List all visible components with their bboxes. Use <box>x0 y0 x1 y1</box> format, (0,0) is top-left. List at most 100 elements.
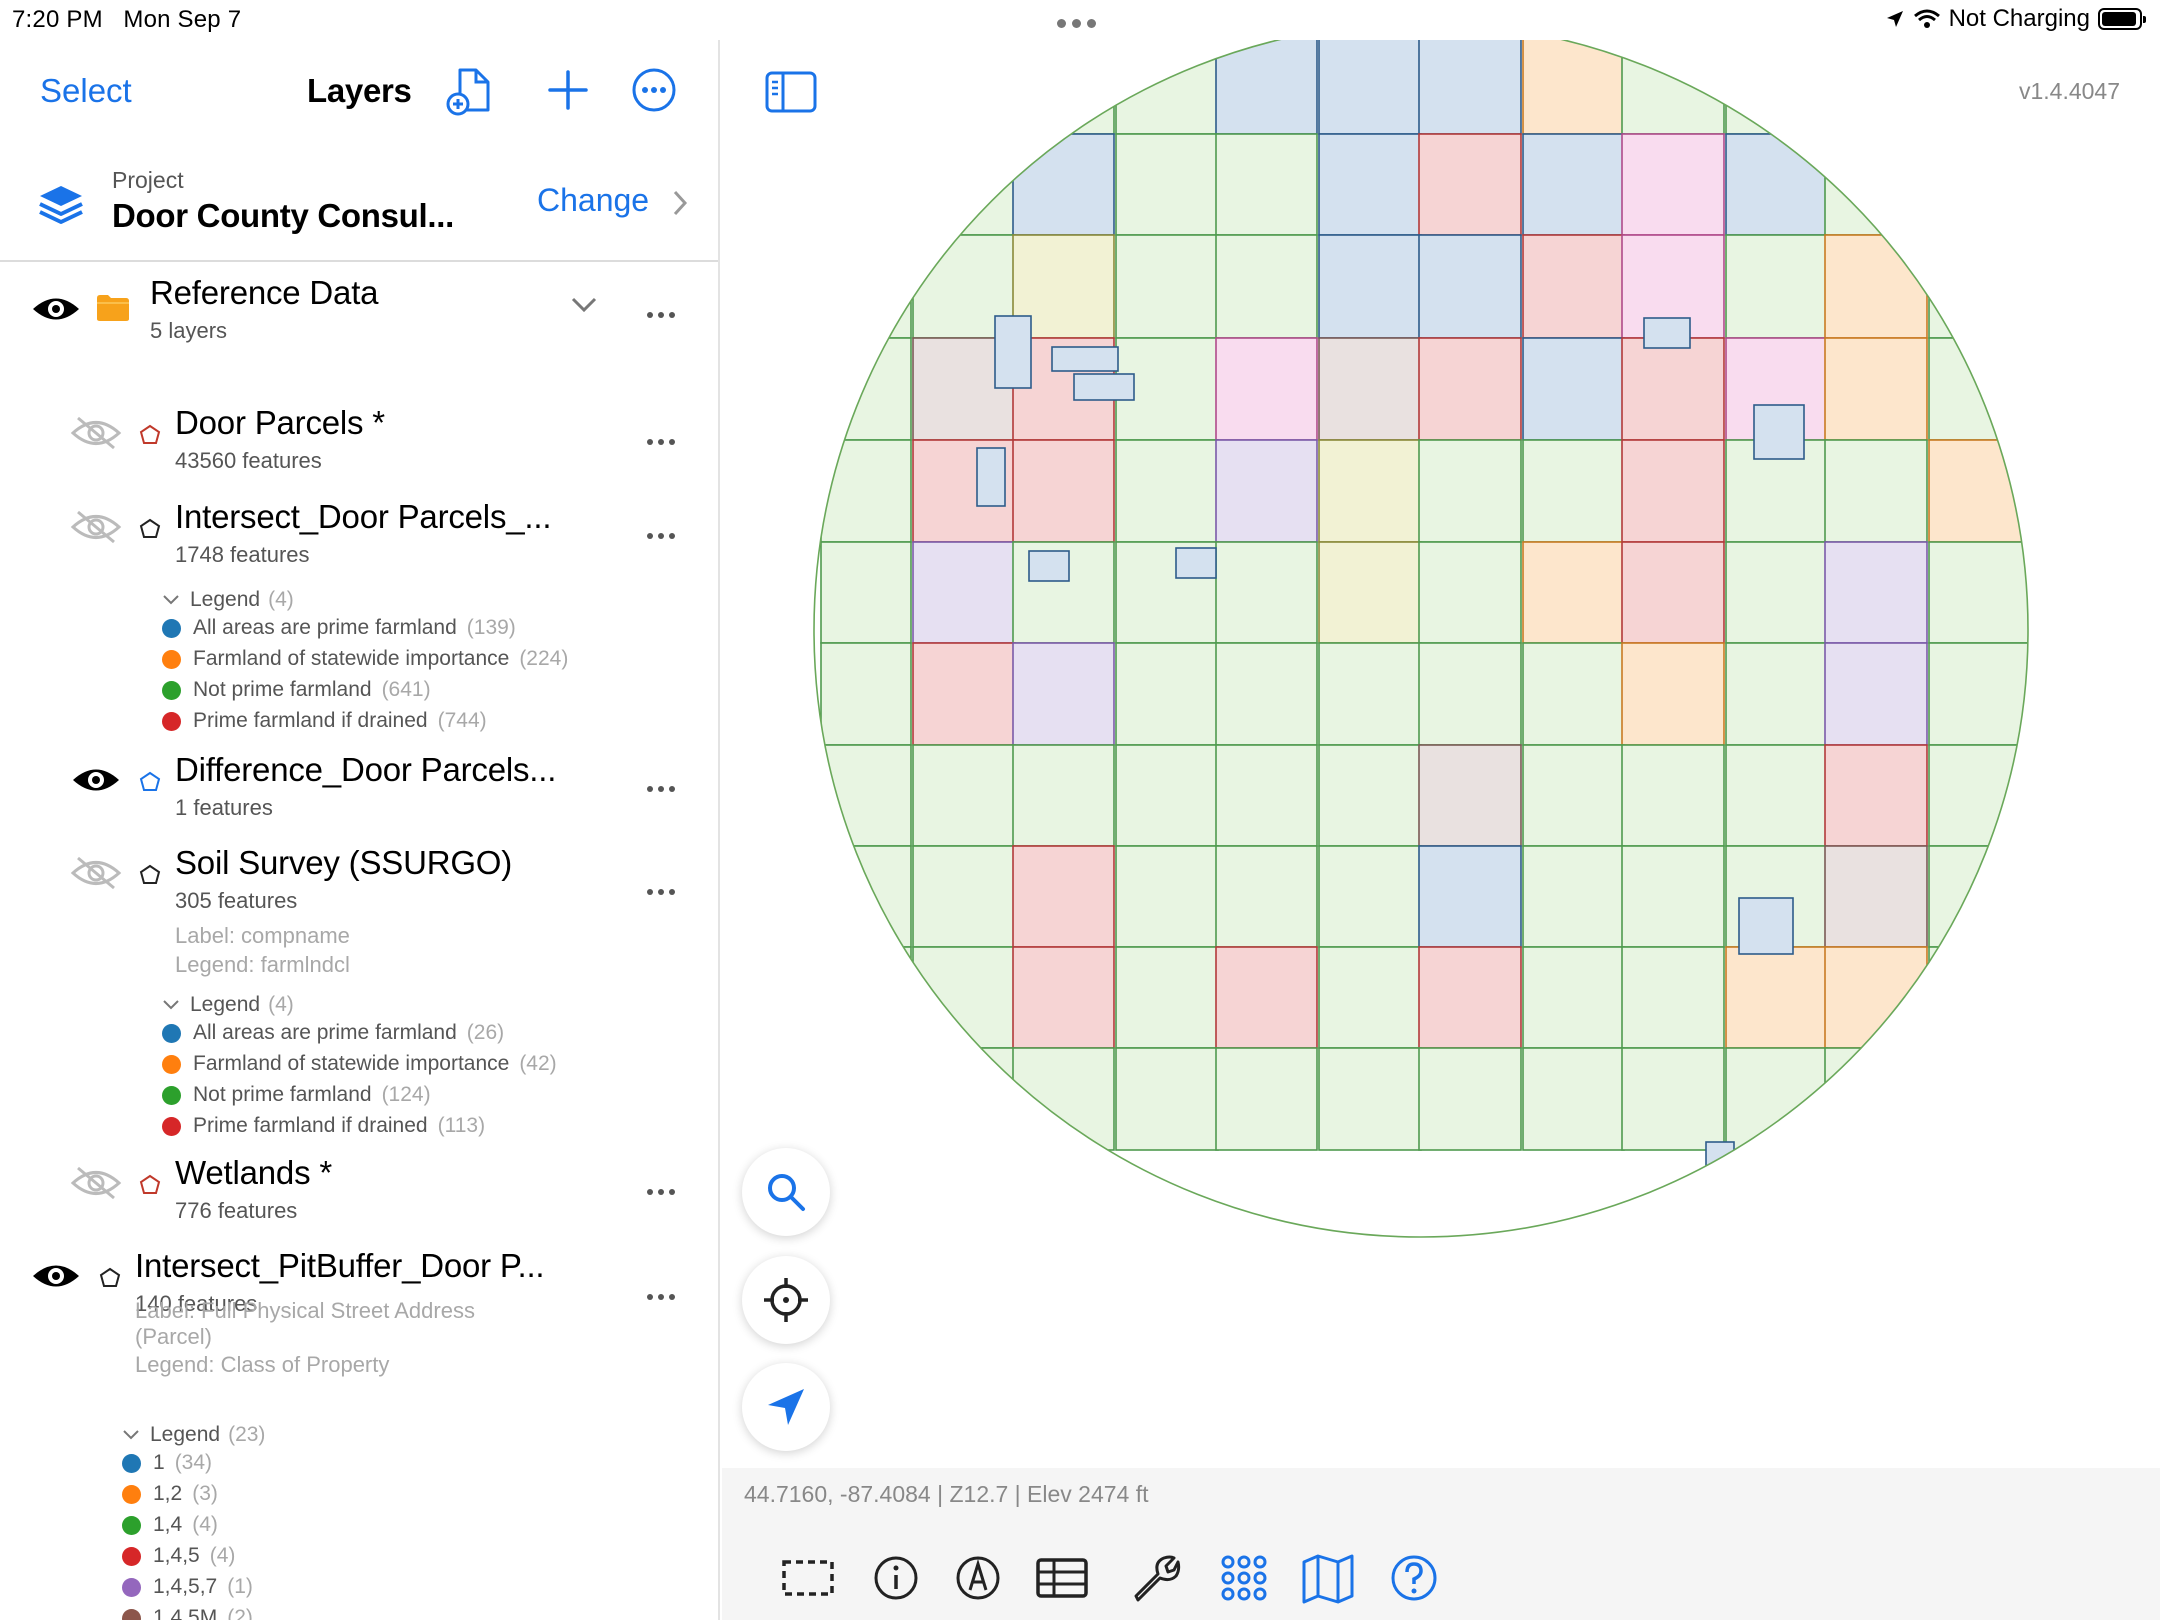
parcel-polygon[interactable] <box>1621 337 1725 441</box>
parcel-polygon[interactable] <box>1115 946 1219 1049</box>
parcel-polygon[interactable] <box>1621 845 1725 948</box>
help-icon[interactable] <box>1386 1550 1442 1606</box>
parcel-polygon[interactable] <box>1215 541 1318 644</box>
parcel-polygon[interactable] <box>820 946 912 1049</box>
more-icon[interactable] <box>647 1287 683 1300</box>
parcel-polygon[interactable] <box>1012 642 1115 746</box>
parcel-polygon[interactable] <box>1621 642 1725 746</box>
parcel-polygon[interactable] <box>820 439 912 543</box>
parcel-polygon[interactable] <box>1928 337 2033 441</box>
parcel-polygon[interactable] <box>1318 744 1422 847</box>
parcel-polygon[interactable] <box>1824 439 1928 543</box>
parcel-polygon[interactable] <box>912 642 1016 746</box>
parcel-polygon[interactable] <box>1928 1047 2033 1151</box>
parcel-polygon[interactable] <box>1418 744 1522 847</box>
parcel-polygon[interactable] <box>1725 234 1828 339</box>
parcel-polygon[interactable] <box>1012 40 1115 135</box>
locate-button[interactable] <box>742 1256 830 1344</box>
parcel-polygon[interactable] <box>1215 133 1318 236</box>
parcel-polygon[interactable] <box>1824 337 1928 441</box>
more-icon[interactable] <box>647 305 683 318</box>
parcel-polygon[interactable] <box>1928 133 2033 236</box>
parcel-polygon[interactable] <box>1115 1047 1219 1151</box>
parcel-polygon[interactable] <box>1753 404 1805 460</box>
eye-hidden-icon[interactable] <box>70 414 122 452</box>
parcel-polygon[interactable] <box>1522 642 1625 746</box>
parcel-polygon[interactable] <box>912 845 1016 948</box>
more-options-icon[interactable] <box>626 62 682 118</box>
parcel-polygon[interactable] <box>1418 40 1522 135</box>
parcel-polygon[interactable] <box>1928 541 2033 644</box>
info-icon[interactable] <box>868 1550 924 1606</box>
table-icon[interactable] <box>1034 1550 1090 1606</box>
parcel-polygon[interactable] <box>1824 541 1928 644</box>
eye-hidden-icon[interactable] <box>70 508 122 546</box>
parcel-polygon[interactable] <box>1012 744 1115 847</box>
parcel-polygon[interactable] <box>1012 439 1115 543</box>
parcel-polygon[interactable] <box>1522 744 1625 847</box>
parcel-polygon[interactable] <box>1928 946 2033 1049</box>
navigate-button[interactable] <box>742 1363 830 1451</box>
parcel-polygon[interactable] <box>1418 439 1522 543</box>
parcel-polygon[interactable] <box>1215 845 1318 948</box>
parcel-polygon[interactable] <box>1318 439 1422 543</box>
parcel-polygon[interactable] <box>1725 642 1828 746</box>
parcel-polygon[interactable] <box>1115 642 1219 746</box>
multitasking-dots[interactable] <box>1057 15 1102 33</box>
parcel-polygon[interactable] <box>1705 1141 1735 1183</box>
parcel-polygon[interactable] <box>1318 337 1422 441</box>
parcel-polygon[interactable] <box>1621 133 1725 236</box>
parcel-polygon[interactable] <box>820 744 912 847</box>
parcel-polygon[interactable] <box>1012 946 1115 1049</box>
parcel-polygon[interactable] <box>1012 845 1115 948</box>
eye-hidden-icon[interactable] <box>70 1164 122 1202</box>
parcel-polygon[interactable] <box>1522 541 1625 644</box>
eye-hidden-icon[interactable] <box>70 854 122 892</box>
legend-toggle[interactable]: Legend (23) <box>122 1423 265 1447</box>
parcel-polygon[interactable] <box>1318 642 1422 746</box>
parcel-polygon[interactable] <box>1824 1047 1928 1151</box>
parcel-polygon[interactable] <box>1418 337 1522 441</box>
parcel-polygon[interactable] <box>1824 642 1928 746</box>
parcel-polygon[interactable] <box>1418 946 1522 1049</box>
parcel-polygon[interactable] <box>1115 744 1219 847</box>
more-icon[interactable] <box>647 526 683 539</box>
parcel-polygon[interactable] <box>1418 234 1522 339</box>
parcel-polygon[interactable] <box>820 40 912 135</box>
parcel-polygon[interactable] <box>1824 744 1928 847</box>
parcel-polygon[interactable] <box>994 315 1032 389</box>
parcel-polygon[interactable] <box>1621 946 1725 1049</box>
select-button[interactable]: Select <box>40 72 132 110</box>
parcel-polygon[interactable] <box>1073 373 1135 401</box>
parcel-polygon[interactable] <box>1175 547 1217 579</box>
wrench-icon[interactable] <box>1128 1550 1184 1606</box>
parcel-polygon[interactable] <box>1012 1047 1115 1151</box>
parcel-polygon[interactable] <box>1318 541 1422 644</box>
parcel-polygon[interactable] <box>1643 317 1691 349</box>
more-icon[interactable] <box>647 779 683 792</box>
parcel-polygon[interactable] <box>1418 133 1522 236</box>
parcel-polygon[interactable] <box>1824 133 1928 236</box>
parcel-polygon[interactable] <box>1318 1047 1422 1151</box>
selection-rect-icon[interactable] <box>780 1550 836 1606</box>
parcel-polygon[interactable] <box>1725 40 1828 135</box>
parcel-polygon[interactable] <box>1725 946 1828 1049</box>
eye-visible-icon[interactable] <box>30 290 82 328</box>
parcel-polygon[interactable] <box>1522 946 1625 1049</box>
pen-draw-icon[interactable] <box>950 1550 1006 1606</box>
plus-icon[interactable] <box>540 62 596 118</box>
parcel-polygon[interactable] <box>820 337 912 441</box>
parcel-polygon[interactable] <box>1215 744 1318 847</box>
parcel-polygon[interactable] <box>1215 439 1318 543</box>
parcel-polygon[interactable] <box>1824 234 1928 339</box>
parcel-polygon[interactable] <box>820 541 912 644</box>
parcel-polygon[interactable] <box>1115 845 1219 948</box>
map-icon[interactable] <box>1300 1550 1356 1606</box>
parcel-polygon[interactable] <box>1115 234 1219 339</box>
parcel-polygon[interactable] <box>1522 439 1625 543</box>
parcel-polygon[interactable] <box>1418 1047 1522 1151</box>
parcel-polygon[interactable] <box>1522 337 1625 441</box>
parcel-polygon[interactable] <box>1318 845 1422 948</box>
parcel-polygon[interactable] <box>1522 234 1625 339</box>
search-map-button[interactable] <box>742 1148 830 1236</box>
